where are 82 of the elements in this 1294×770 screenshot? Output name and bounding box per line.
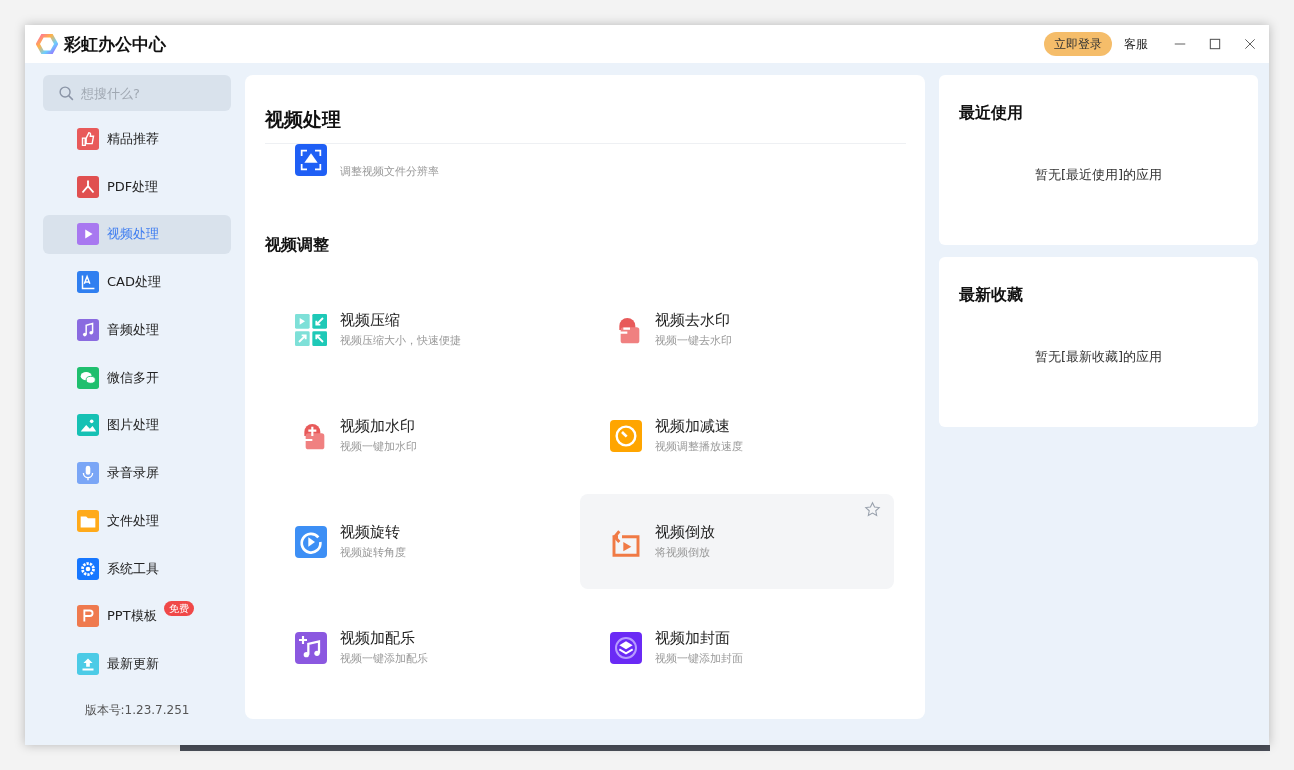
sidebar-item[interactable]: PPT模板 免费 [43,596,231,637]
resolution-icon [295,144,327,176]
sidebar-item[interactable]: 文件处理 [43,501,231,541]
sidebar-item[interactable]: 精品推荐 [43,119,231,159]
tool-title: 视频倒放 [655,523,715,542]
section-title: 视频调整 [265,235,330,256]
tool-item[interactable]: 视频去水印 视频一键去水印 [580,282,894,377]
search-field[interactable]: 想搜什么? [43,75,231,111]
tool-title: 视频加封面 [655,629,731,648]
panel-title: 最近使用 [958,103,1024,124]
thumbs-up-icon [77,127,99,150]
sidebar-item-label: 视频处理 [107,225,159,244]
tool-description: 视频压缩大小，快速便捷 [340,333,461,348]
tool-card[interactable]: 视频倒放 将视频倒放 [580,494,894,589]
page-title: 视频处理 [265,107,342,132]
hexagon-logo-icon [36,33,58,55]
sidebar-item[interactable]: 录音录屏 [43,453,231,493]
sidebar-item[interactable]: 最新更新 [43,644,231,684]
sidebar-item-label: 文件处理 [107,511,159,530]
window-title: 彩虹办公中心 [64,32,166,56]
sidebar-item-label: CAD处理 [107,273,161,292]
tool-item[interactable]: 视频加减速 视频调整播放速度 [580,388,894,483]
sidebar-item[interactable]: PDF处理 [43,166,231,207]
tool-title: 视频去水印 [655,311,731,330]
sidebar-item-label: 图片处理 [107,416,159,435]
ruler-icon [77,271,99,294]
empty-message: 暂无[最近使用]的应用 [1033,166,1164,184]
tool-description: 视频一键添加配乐 [340,651,428,666]
sidebar-item-label: 音频处理 [107,320,159,339]
customer-service-link[interactable]: 客服 [1120,35,1152,53]
sidebar-item-label: 系统工具 [107,559,159,578]
tool-title: 视频旋转 [340,523,401,542]
tool-item[interactable]: 视频加水印 视频一键加水印 [265,388,579,483]
star-icon [864,501,881,518]
sidebar-item[interactable]: 音频处理 [43,310,231,350]
speedometer-icon [610,419,642,452]
tool-title: 视频压缩 [340,311,401,330]
tool-item[interactable]: 视频加封面 视频一键添加封面 [580,600,894,695]
chat-bubbles-icon [77,366,99,389]
sidebar-item-label: PDF处理 [107,177,159,196]
sidebar-item[interactable]: 微信多开 [43,357,231,398]
version-text: 版本号:1.23.7.251 [83,702,191,719]
rotate-play-icon [295,525,327,558]
sidebar-item-label: 精品推荐 [107,129,159,148]
sidebar-item[interactable]: 系统工具 [43,548,231,589]
tool-item[interactable]: 视频旋转 视频旋转角度 [265,494,579,589]
tool-title: 视频加减速 [655,417,731,436]
tool-title: 视频加配乐 [340,629,416,648]
pdf-icon [77,175,99,198]
sidebar-item-label: 录音录屏 [107,464,159,483]
microphone-icon [77,462,99,485]
sidebar-item-label: PPT模板 [107,607,157,626]
empty-message: 暂无[最新收藏]的应用 [1033,348,1164,366]
tool-description: 调整视频文件分辨率 [340,164,439,179]
sidebar-item-label: 最新更新 [107,655,159,674]
tool-description: 视频一键添加封面 [655,651,743,666]
sidebar-item-label: 微信多开 [107,368,159,387]
tool-description: 将视频倒放 [655,545,711,560]
play-icon [77,223,99,246]
compress-icon [295,313,327,346]
login-button[interactable]: 立即登录 [1044,32,1112,56]
settings-icon [77,557,99,580]
layers-icon [610,631,642,664]
close-icon [1243,37,1257,51]
upload-icon [77,653,99,676]
folder-icon [77,509,99,532]
picture-icon [77,414,99,437]
tool-item[interactable]: 视频压缩 视频压缩大小，快速便捷 [265,282,579,377]
maximize-icon [1208,37,1222,51]
tool-title: 视频加水印 [340,417,416,436]
tool-item[interactable]: 视频加配乐 视频一键添加配乐 [265,600,579,695]
letter-p-icon [77,605,99,628]
panel-title: 最新收藏 [958,285,1024,306]
tool-description: 视频调整播放速度 [655,439,743,454]
tool-description: 视频一键去水印 [655,333,732,348]
music-plus-icon [295,631,327,664]
tool-description: 视频一键加水印 [340,439,417,454]
music-note-icon [77,318,99,341]
tool-description: 视频旋转角度 [340,545,406,560]
free-badge: 免费 [164,600,194,616]
sidebar-item[interactable]: 图片处理 [43,405,231,446]
sidebar-item[interactable]: CAD处理 [43,262,231,302]
